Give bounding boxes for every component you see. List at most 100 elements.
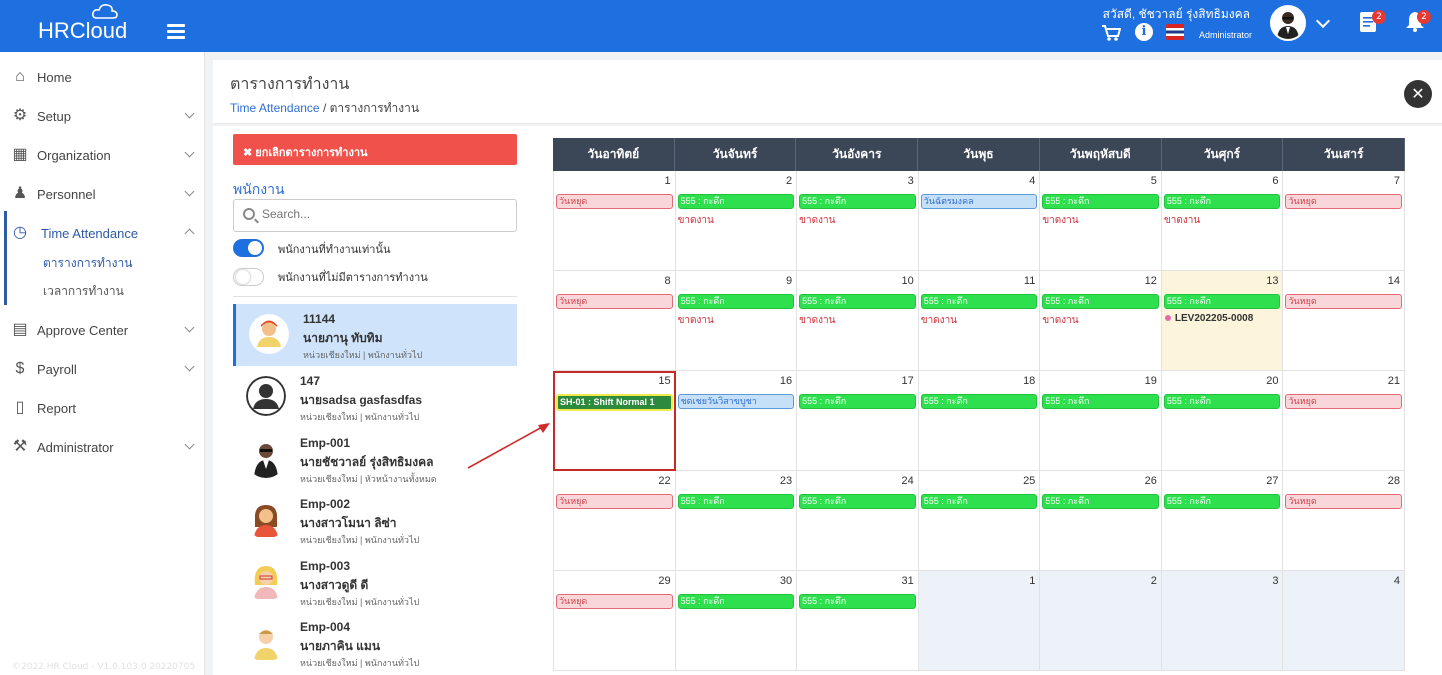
calendar-day[interactable]: 4 วันฉัตรมงคล [918, 171, 1041, 271]
breadcrumb-link[interactable]: Time Attendance [230, 101, 320, 115]
holiday-event[interactable]: วันหยุด [556, 494, 673, 509]
menu-icon[interactable] [167, 24, 185, 39]
leave-record[interactable]: LEV202205-0008 [1164, 313, 1253, 324]
shift-event[interactable]: 555 : กะดึก [799, 194, 916, 209]
employee-search[interactable] [233, 199, 517, 232]
sidebar-item-administrator[interactable]: ⚒ Administrator [0, 432, 205, 462]
sidebar-subitem-schedule[interactable]: ตารางการทำงาน [43, 254, 132, 273]
calendar-day[interactable]: 8 วันหยุด [553, 271, 676, 371]
employee-item[interactable]: 11144 นายภานุ ทับทิม หน่วยเชียงใหม่ | พน… [233, 304, 517, 366]
calendar-day[interactable]: 27 555 : กะดึก [1161, 471, 1284, 571]
calendar-day[interactable]: 9 555 : กะดึก ขาดงาน [675, 271, 798, 371]
calendar-day[interactable]: 29 วันหยุด [553, 571, 676, 671]
flag-icon[interactable] [1166, 24, 1184, 40]
holiday-event[interactable]: วันหยุด [1285, 494, 1403, 509]
chevron-down-icon[interactable] [1315, 13, 1331, 29]
holiday-event[interactable]: วันหยุด [556, 194, 673, 209]
shift-event[interactable]: 555 : กะดึก [920, 394, 1038, 409]
shift-event[interactable]: 555 : กะดึก [799, 394, 916, 409]
cancel-schedule-button[interactable]: ✖ ยกเลิกตารางการทำงาน [233, 134, 517, 165]
calendar-day[interactable]: 3 555 : กะดึก ขาดงาน [797, 171, 919, 271]
calendar-day[interactable]: 2 [1040, 571, 1162, 671]
employee-item[interactable]: 147 นายsadsa gasfasdfas หน่วยเชียงใหม่ |… [233, 366, 517, 428]
sidebar-item-payroll[interactable]: $ Payroll [0, 354, 205, 384]
calendar-day[interactable]: 21 วันหยุด [1283, 371, 1406, 471]
holiday-event[interactable]: วันหยุด [1285, 194, 1403, 209]
calendar-day[interactable]: 11 555 : กะดึก ขาดงาน [918, 271, 1041, 371]
document-badge: 2 [1372, 10, 1386, 24]
calendar-day[interactable]: 19 555 : กะดึก [1040, 371, 1162, 471]
sidebar-item-time-attendance[interactable]: ◷ Time Attendance [0, 218, 205, 248]
shift-event[interactable]: 555 : กะดึก [1042, 494, 1159, 509]
shift-event[interactable]: 555 : กะดึก [1042, 394, 1159, 409]
calendar-day[interactable]: 4 [1283, 571, 1406, 671]
shift-event[interactable]: 555 : กะดึก [1042, 294, 1159, 309]
app-logo[interactable]: HRCloud [38, 18, 127, 44]
shift-event[interactable]: SH-01 : Shift Normal 1 [556, 394, 673, 411]
calendar-day[interactable]: 12 555 : กะดึก ขาดงาน [1040, 271, 1162, 371]
calendar-day[interactable]: 31 555 : กะดึก [797, 571, 919, 671]
shift-event[interactable]: 555 : กะดึก [1163, 494, 1281, 509]
user-avatar[interactable] [1270, 5, 1306, 41]
calendar-day[interactable]: 23 555 : กะดึก [675, 471, 798, 571]
calendar-day[interactable]: 6 555 : กะดึก ขาดงาน [1161, 171, 1284, 271]
calendar-day[interactable]: 7 วันหยุด [1283, 171, 1406, 271]
calendar-day[interactable]: 14 วันหยุด [1283, 271, 1406, 371]
sidebar-item-report[interactable]: ▯ Report [0, 393, 205, 423]
calendar-day[interactable]: 3 [1161, 571, 1284, 671]
shift-event[interactable]: 555 : กะดึก [799, 594, 916, 609]
toggle-no-schedule[interactable] [233, 268, 264, 286]
shift-event[interactable]: 555 : กะดึก [1163, 294, 1281, 309]
shift-event[interactable]: 555 : กะดึก [920, 294, 1038, 309]
shift-event[interactable]: 555 : กะดึก [799, 294, 916, 309]
shift-event[interactable]: 555 : กะดึก [677, 194, 795, 209]
sidebar-item-setup[interactable]: ⚙ Setup [0, 101, 205, 131]
calendar-day[interactable]: 16 ชดเชยวันวิสาขบูชา [675, 371, 798, 471]
search-input[interactable] [262, 207, 502, 221]
toggle-working-only[interactable] [233, 239, 264, 257]
employee-item[interactable]: Emp-004 นายภาคิน แมน หน่วยเชียงใหม่ | พน… [233, 612, 517, 672]
holiday-event[interactable]: วันหยุด [556, 594, 673, 609]
calendar-day[interactable]: 13 555 : กะดึก LEV202205-0008 [1161, 271, 1284, 371]
sidebar-item-approve-center[interactable]: ▤ Approve Center [0, 315, 205, 345]
sidebar-subitem-worktime[interactable]: เวลาการทำงาน [43, 282, 124, 301]
calendar-day[interactable]: 28 วันหยุด [1283, 471, 1406, 571]
shift-event[interactable]: 555 : กะดึก [1163, 194, 1281, 209]
calendar-day[interactable]: 17 555 : กะดึก [797, 371, 919, 471]
avatar [246, 561, 286, 601]
calendar-day[interactable]: 1 [918, 571, 1041, 671]
calendar-day[interactable]: 24 555 : กะดึก [797, 471, 919, 571]
sidebar-item-personnel[interactable]: ♟ Personnel [0, 179, 205, 209]
sidebar-item-home[interactable]: ⌂ Home [0, 62, 205, 92]
calendar-day[interactable]: 26 555 : กะดึก [1040, 471, 1162, 571]
calendar-day[interactable]: 2 555 : กะดึก ขาดงาน [675, 171, 798, 271]
shift-event[interactable]: 555 : กะดึก [1042, 194, 1159, 209]
shift-event[interactable]: 555 : กะดึก [799, 494, 916, 509]
calendar-day[interactable]: 18 555 : กะดึก [918, 371, 1041, 471]
calendar-day[interactable]: 30 555 : กะดึก [675, 571, 798, 671]
calendar-day[interactable]: 22 วันหยุด [553, 471, 676, 571]
shift-event[interactable]: 555 : กะดึก [920, 494, 1038, 509]
calendar-day[interactable]: 5 555 : กะดึก ขาดงาน [1040, 171, 1162, 271]
special-event[interactable]: ชดเชยวันวิสาขบูชา [677, 394, 795, 409]
calendar-day[interactable]: 25 555 : กะดึก [918, 471, 1041, 571]
cart-icon[interactable] [1101, 24, 1122, 46]
calendar-day[interactable]: 1 วันหยุด [553, 171, 676, 271]
shift-event[interactable]: 555 : กะดึก [677, 594, 795, 609]
shift-event[interactable]: 555 : กะดึก [677, 494, 795, 509]
shift-event[interactable]: 555 : กะดึก [677, 294, 795, 309]
calendar-day[interactable]: 20 555 : กะดึก [1161, 371, 1284, 471]
shift-event[interactable]: 555 : กะดึก [1163, 394, 1281, 409]
weekday-label: วันพุธ [918, 138, 1040, 171]
holiday-event[interactable]: วันหยุด [1285, 394, 1403, 409]
holiday-event[interactable]: วันหยุด [556, 294, 673, 309]
holiday-event[interactable]: วันหยุด [1285, 294, 1403, 309]
special-event[interactable]: วันฉัตรมงคล [920, 194, 1038, 209]
close-button[interactable]: ✕ [1404, 80, 1432, 108]
employee-item[interactable]: Emp-003 นางสาวดูดี ดี หน่วยเชียงใหม่ | พ… [233, 551, 517, 613]
calendar-day[interactable]: 10 555 : กะดึก ขาดงาน [797, 271, 919, 371]
calendar-day-selected[interactable]: 15 SH-01 : Shift Normal 1 [553, 371, 676, 471]
employee-item[interactable]: Emp-002 นางสาวโมนา ลิซ่า หน่วยเชียงใหม่ … [233, 489, 517, 551]
sidebar-item-organization[interactable]: ▦ Organization [0, 140, 205, 170]
info-icon[interactable]: i [1135, 23, 1153, 41]
